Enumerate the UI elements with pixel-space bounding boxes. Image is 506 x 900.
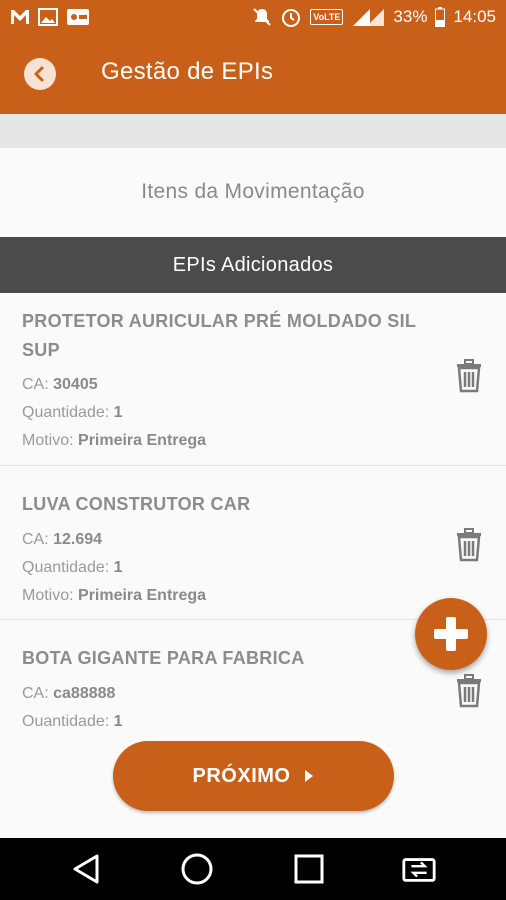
section-title: Itens da Movimentação	[0, 148, 506, 236]
signal-icon	[351, 7, 385, 27]
swap-windows-icon	[402, 858, 436, 882]
item-ca: CA: 30405	[22, 376, 98, 393]
item-ca: CA: 12.694	[22, 531, 103, 548]
vpn-icon	[66, 7, 90, 27]
item-name: PROTETOR AURICULAR PRÉ MOLDADO SIL SUP	[22, 311, 416, 360]
list-item: PROTETOR AURICULAR PRÉ MOLDADO SIL SUP C…	[0, 293, 506, 466]
system-nav-bar	[0, 838, 506, 900]
next-button-label: PRÓXIMO	[192, 764, 291, 787]
divider-band	[0, 114, 506, 148]
alarm-icon	[280, 7, 302, 27]
item-ca: CA: ca88888	[22, 685, 116, 702]
trash-icon[interactable]	[454, 674, 484, 708]
back-button[interactable]	[24, 58, 56, 90]
nav-home-button[interactable]	[179, 851, 215, 887]
battery-icon	[435, 7, 446, 27]
trash-icon[interactable]	[454, 359, 484, 393]
play-arrow-icon	[305, 770, 314, 782]
item-quantity: Quantidade: 1	[22, 559, 123, 576]
status-bar-right: VoLTE 33% 14:05	[252, 7, 496, 27]
plus-icon	[434, 617, 468, 651]
square-recents-icon	[294, 854, 324, 884]
item-reason: Motivo: Primeira Entrega	[22, 587, 207, 604]
list-header: EPIs Adicionados	[0, 237, 506, 293]
volte-badge: VoLTE	[310, 9, 344, 25]
next-button[interactable]: PRÓXIMO	[113, 741, 394, 811]
app-bar: Gestão de EPIs	[0, 34, 506, 114]
status-bar: VoLTE 33% 14:05	[0, 0, 506, 34]
page-title: Gestão de EPIs	[101, 58, 274, 85]
nav-recents-button[interactable]	[291, 851, 327, 887]
item-quantity: Quantidade: 1	[22, 713, 123, 726]
item-name: LUVA CONSTRUTOR CAR	[22, 494, 251, 514]
triangle-back-icon	[73, 854, 99, 884]
gmail-icon	[10, 7, 30, 27]
item-name: BOTA GIGANTE PARA FABRICA	[22, 648, 305, 668]
nav-back-button[interactable]	[68, 851, 104, 887]
add-item-button[interactable]	[415, 598, 487, 670]
battery-percent: 33%	[393, 7, 428, 26]
circle-home-icon	[181, 853, 213, 885]
nav-switch-button[interactable]	[401, 851, 437, 887]
item-reason: Motivo: Primeira Entrega	[22, 432, 207, 449]
trash-icon[interactable]	[454, 528, 484, 562]
clock: 14:05	[453, 7, 496, 26]
mute-icon	[252, 7, 272, 27]
image-icon	[38, 7, 58, 27]
back-arrow-icon	[34, 66, 44, 82]
list-item: LUVA CONSTRUTOR CAR CA: 12.694 Quantidad…	[0, 466, 506, 620]
item-quantity: Quantidade: 1	[22, 404, 123, 421]
status-bar-left	[10, 7, 90, 27]
